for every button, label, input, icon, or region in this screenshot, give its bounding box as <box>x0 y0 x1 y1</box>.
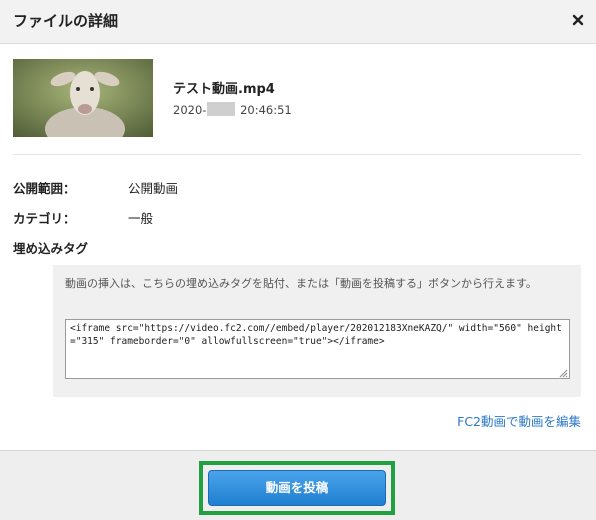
close-icon[interactable] <box>570 12 586 28</box>
dialog-title: ファイルの詳細 <box>13 12 119 30</box>
file-date: 2020- 20:46:51 <box>173 102 292 117</box>
file-date-prefix: 2020- <box>173 103 207 117</box>
embed-description: 動画の挿入は、こちらの埋め込みタグを貼付、または「動画を投稿する」ボタンから行え… <box>65 277 537 290</box>
resize-grip-icon[interactable] <box>559 369 568 378</box>
embed-code-field[interactable]: <iframe src="https://video.fc2.com//embe… <box>65 319 570 379</box>
video-thumbnail <box>13 59 153 137</box>
post-video-button[interactable]: 動画を投稿 <box>208 470 386 506</box>
category-value: 一般 <box>128 211 154 226</box>
visibility-label: 公開範囲： <box>13 181 76 196</box>
file-details-dialog: ファイルの詳細 テスト動画.mp4 2020- 20:46:51 公開範囲： 公… <box>0 0 596 520</box>
redacted-mask <box>207 102 236 116</box>
file-date-suffix: 20:46:51 <box>236 103 292 117</box>
edit-in-fc2-link[interactable]: FC2動画で動画を編集 <box>457 411 581 430</box>
divider <box>13 154 581 155</box>
dialog-header: ファイルの詳細 <box>0 0 596 44</box>
category-label: カテゴリ： <box>13 211 76 226</box>
embed-heading: 埋め込みタグ <box>13 241 89 256</box>
embed-box: 動画の挿入は、こちらの埋め込みタグを貼付、または「動画を投稿する」ボタンから行え… <box>53 265 581 397</box>
highlight-frame: 動画を投稿 <box>199 461 395 515</box>
dialog-footer: 動画を投稿 <box>0 450 596 520</box>
visibility-value: 公開動画 <box>128 181 179 196</box>
file-name: テスト動画.mp4 <box>173 82 275 97</box>
